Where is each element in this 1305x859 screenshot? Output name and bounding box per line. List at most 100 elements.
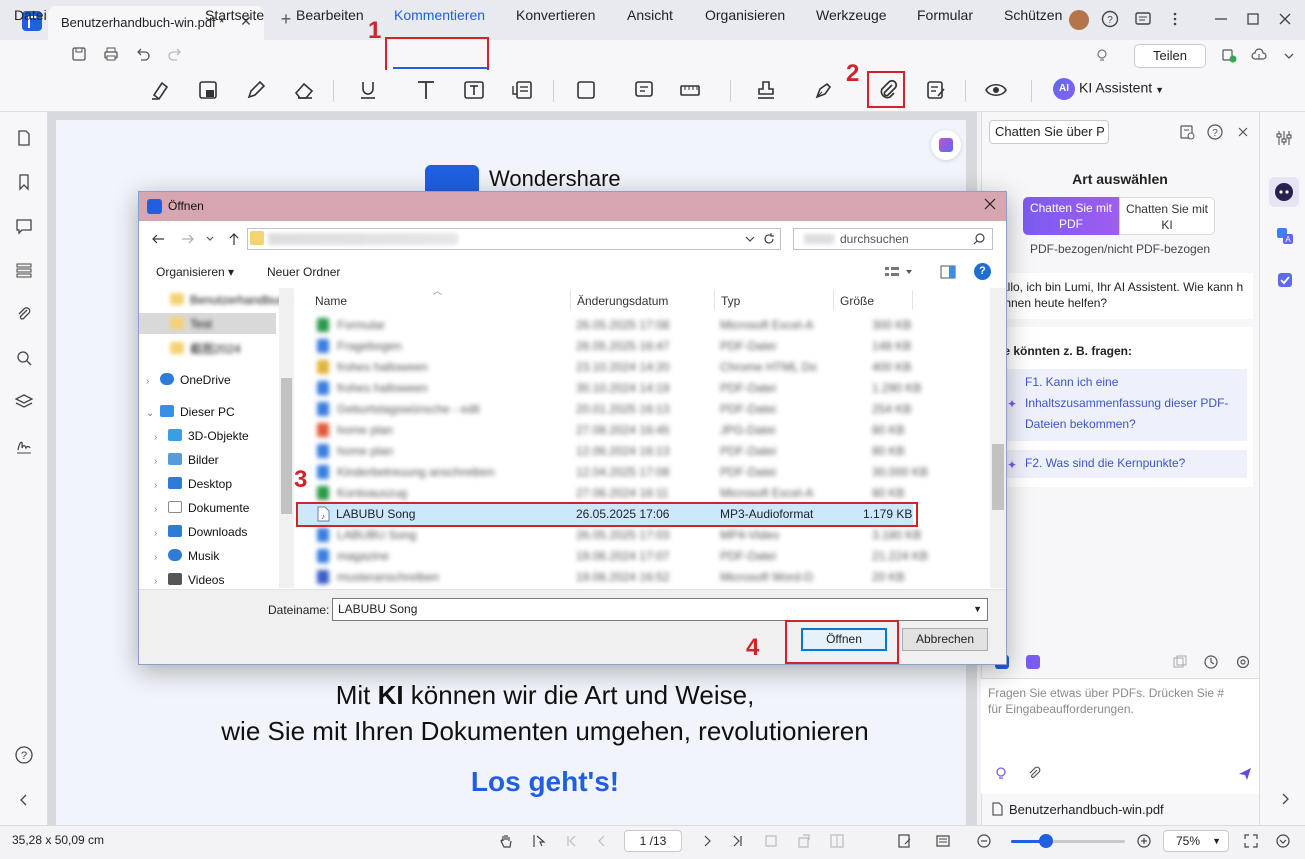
recent-locations-icon[interactable] (204, 233, 216, 245)
shape-tool-icon[interactable] (572, 76, 608, 104)
attachments-panel-icon[interactable] (14, 304, 34, 324)
dialog-help-icon[interactable]: ? (974, 263, 991, 280)
ai-input-placeholder[interactable]: Fragen Sie etwas über PDFs. Drücken Sie … (988, 685, 1228, 717)
chat-with-ai-button[interactable]: Chatten Sie mit KI (1119, 197, 1215, 235)
nav-quick-access-item[interactable]: Benutzerhandbuch (170, 293, 291, 307)
lightbulb-icon[interactable] (993, 765, 1009, 781)
textbox-icon[interactable] (460, 76, 488, 104)
zoom-level-dropdown[interactable]: 75% ▼ (1163, 830, 1229, 852)
file-list-scrollbar[interactable] (990, 288, 1006, 588)
comments-panel-icon[interactable] (14, 216, 34, 236)
rotate-icon[interactable] (795, 832, 813, 850)
refresh-icon[interactable] (762, 232, 776, 246)
translate-icon[interactable]: A (1275, 226, 1295, 246)
file-row[interactable]: home plan 27.08.2024 16:45 JPG-Datei 80 KB (297, 420, 913, 441)
comment-icon[interactable] (630, 76, 658, 104)
nav-item-3d-objects[interactable]: › 3D-Objekte (154, 429, 249, 443)
avatar[interactable] (1069, 10, 1089, 30)
nav-item-desktop[interactable]: › Desktop (154, 477, 232, 491)
page-number-input[interactable]: 1 /13 (624, 830, 682, 852)
file-row[interactable]: Geburtstagswünsche - edit 20.01.2025 16:1… (297, 399, 913, 420)
send-icon[interactable] (1236, 765, 1254, 783)
hand-tool-icon[interactable] (497, 832, 515, 850)
menu-werkzeuge[interactable]: Werkzeuge (816, 7, 887, 23)
text-callout-icon[interactable] (508, 76, 536, 104)
pages-icon[interactable] (14, 128, 34, 148)
maximize-icon[interactable] (1244, 10, 1264, 30)
print-icon[interactable] (102, 45, 120, 63)
redo-icon[interactable] (166, 45, 184, 63)
text-tool-icon[interactable] (412, 76, 440, 104)
menu-ansicht[interactable]: Ansicht (627, 7, 673, 23)
nav-item-downloads[interactable]: › Downloads (154, 525, 247, 539)
sticky-note-icon[interactable] (194, 76, 222, 104)
checklist-icon[interactable] (1275, 270, 1295, 290)
fit-page-icon[interactable] (762, 832, 780, 850)
column-type[interactable]: Typ (721, 294, 740, 308)
sync-status-icon[interactable] (1220, 46, 1238, 64)
ai-context-icon[interactable] (1026, 655, 1040, 669)
select-tool-icon[interactable] (530, 832, 548, 850)
chat-with-pdf-button[interactable]: Chatten Sie mit PDF (1023, 197, 1119, 235)
save-icon[interactable] (70, 45, 88, 63)
dialog-close-icon[interactable] (982, 196, 998, 212)
menu-startseite[interactable]: Startseite (205, 7, 264, 23)
file-row[interactable]: Formular 26.05.2025 17:08 Microsoft Excel-… (297, 315, 913, 336)
forward-arrow-icon[interactable] (180, 231, 196, 247)
view-options-icon[interactable] (884, 264, 914, 280)
prev-page-icon[interactable] (593, 832, 611, 850)
highlight-tool-icon[interactable] (146, 76, 174, 104)
nav-scrollbar-thumb[interactable] (281, 378, 292, 514)
layers-icon[interactable] (14, 392, 34, 412)
last-page-icon[interactable] (728, 832, 746, 850)
column-size[interactable]: Größe (840, 294, 874, 308)
expand-right-icon[interactable] (1276, 790, 1294, 808)
address-dropdown-icon[interactable] (744, 233, 756, 245)
search-icon[interactable] (14, 348, 34, 368)
file-row[interactable]: Fragebogen 26.05.2025 16:47 PDF-Datei 148 K… (297, 336, 913, 357)
ai-chat-rail-button[interactable] (1269, 177, 1299, 207)
measure-tool-icon[interactable] (676, 76, 712, 104)
ai-assistant-button[interactable]: AI KI Assistent ▼ (1053, 78, 1164, 102)
cloud-upload-icon[interactable] (1250, 46, 1268, 64)
menu-konvertieren[interactable]: Konvertieren (516, 7, 595, 23)
file-row[interactable]: LABUBU Song 26.05.2025 17:03 MP4-Video 3.18… (297, 525, 921, 546)
file-row[interactable]: Kontoauszug 27.06.2024 16:11 Microsoft Exc… (297, 483, 913, 504)
menu-kommentieren[interactable]: Kommentieren (394, 7, 485, 23)
more-menu-icon[interactable] (1280, 46, 1298, 64)
column-name[interactable]: Name (315, 294, 347, 308)
cancel-button[interactable]: Abbrechen (902, 628, 988, 651)
pencil-icon[interactable] (242, 76, 270, 104)
underline-tool-icon[interactable] (354, 76, 390, 104)
menu-bearbeiten[interactable]: Bearbeiten (296, 7, 364, 23)
column-date[interactable]: Änderungsdatum (577, 294, 668, 308)
file-row[interactable]: musteranschreiben 19.06.2024 16:52 Microso… (297, 567, 913, 588)
back-arrow-icon[interactable] (150, 231, 166, 247)
export-view-icon[interactable] (896, 832, 920, 850)
nav-quick-access-item[interactable]: Test (170, 317, 212, 331)
new-folder-button[interactable]: Neuer Ordner (267, 265, 340, 279)
bookmark-icon[interactable] (14, 172, 34, 192)
up-arrow-icon[interactable] (226, 231, 242, 247)
signature-panel-icon[interactable] (14, 436, 34, 456)
file-row[interactable]: frohes halloween 23.10.2024 14:20 Chrome H… (297, 357, 913, 378)
undo-icon[interactable] (134, 45, 152, 63)
lightbulb-icon[interactable] (1093, 46, 1111, 64)
organize-menu[interactable]: Organisieren ▾ (156, 265, 234, 279)
new-tab-icon[interactable]: + (277, 10, 295, 28)
zoom-slider-handle[interactable] (1039, 834, 1053, 848)
share-button[interactable]: Teilen (1134, 44, 1206, 68)
chevron-down-icon[interactable]: ▼ (973, 599, 982, 620)
suggested-question[interactable]: F2. Was sind die Kernpunkte? (1003, 450, 1247, 478)
file-row[interactable]: home plan 12.06.2024 16:13 PDF-Datei 80 KB (297, 441, 913, 462)
eraser-icon[interactable] (290, 76, 318, 104)
list-icon[interactable] (14, 260, 34, 280)
zoom-out-icon[interactable] (975, 832, 993, 850)
form-note-icon[interactable] (922, 76, 950, 104)
more-vertical-icon[interactable] (1166, 10, 1186, 30)
file-row[interactable]: frohes halloween 30.10.2024 14:19 PDF-Date… (297, 378, 921, 399)
stamp-icon[interactable] (752, 76, 788, 104)
nav-item-pictures[interactable]: › Bilder (154, 453, 219, 467)
nav-item-videos[interactable]: › Videos (154, 573, 224, 587)
nav-item-this-pc[interactable]: ⌄ Dieser PC (146, 405, 235, 419)
